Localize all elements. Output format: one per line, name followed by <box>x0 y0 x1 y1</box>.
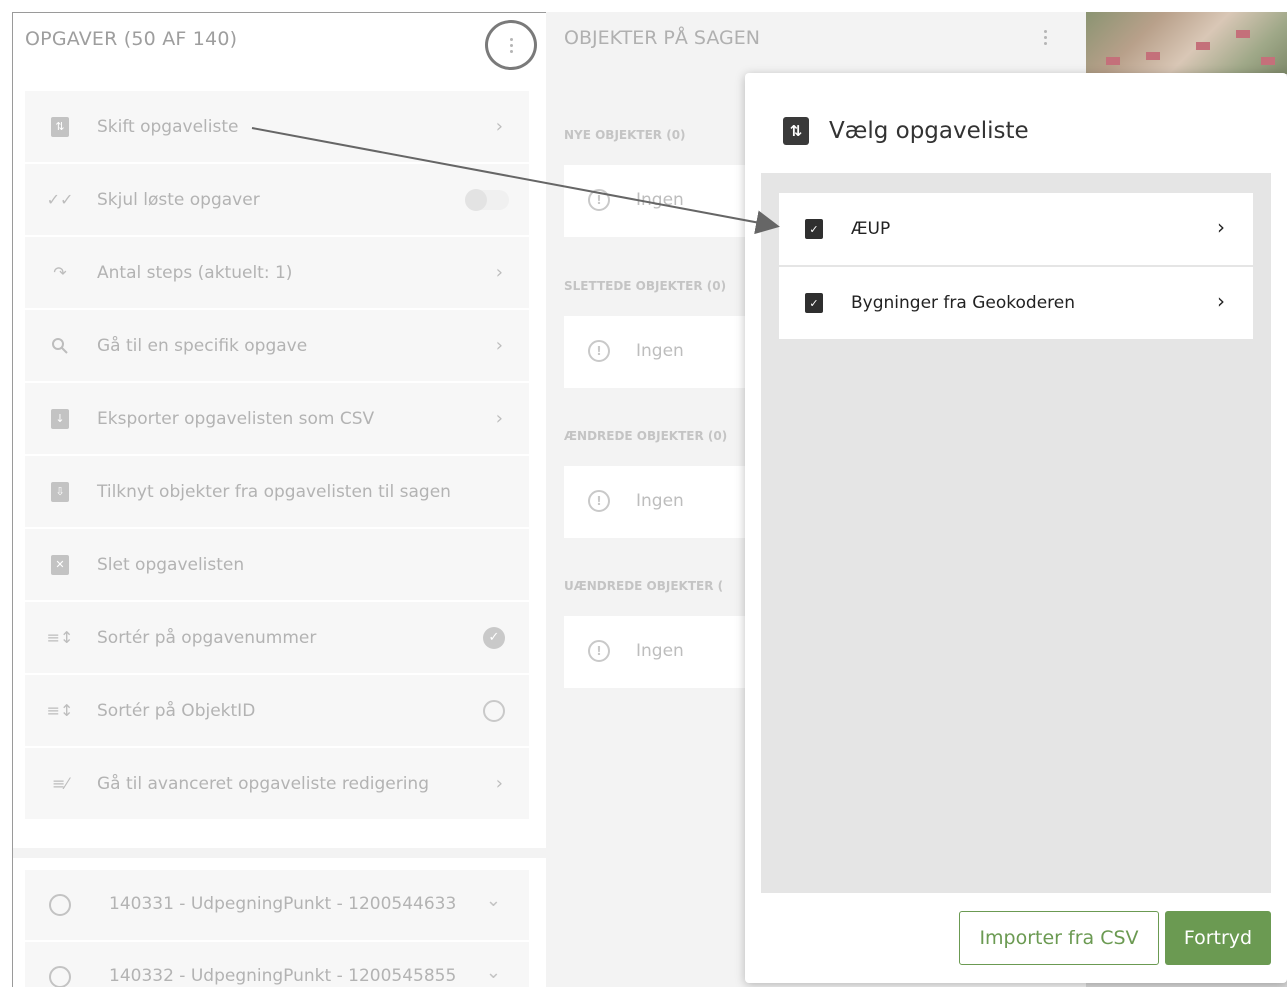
section-label-new: NYE OBJEKTER (0) <box>564 128 686 142</box>
menu-item-export-csv[interactable]: ↓ Eksporter opgavelisten som CSV › <box>25 383 529 454</box>
info-icon: ! <box>588 189 610 211</box>
tasks-panel-header: OPGAVER (50 AF 140) <box>13 13 547 70</box>
unchecked-radio-icon[interactable] <box>483 699 505 722</box>
menu-item-hide-solved[interactable]: ✓✓ Skjul løste opgaver <box>25 164 529 235</box>
menu-item-label: Slet opgavelisten <box>97 554 245 575</box>
kebab-icon <box>509 37 513 53</box>
objects-empty-unchanged: ! Ingen <box>564 616 764 688</box>
search-icon <box>49 335 71 357</box>
chevron-right-icon: › <box>495 335 503 356</box>
menu-item-label: Antal steps (aktuelt: 1) <box>97 262 293 283</box>
info-icon: ! <box>588 340 610 362</box>
task-radio-icon[interactable] <box>49 894 71 916</box>
chevron-down-icon[interactable]: ⌄ <box>486 890 501 911</box>
menu-item-label: Tilknyt objekter fra opgavelisten til sa… <box>97 481 451 502</box>
menu-item-steps[interactable]: ↷ Antal steps (aktuelt: 1) › <box>25 237 529 308</box>
double-check-icon: ✓✓ <box>46 190 74 209</box>
menu-item-label: Skjul løste opgaver <box>97 189 260 210</box>
hide-solved-toggle[interactable] <box>465 188 509 211</box>
list-edit-icon: ≡⁄ <box>51 774 69 793</box>
clipboard-swap-icon: ⇅ <box>783 117 809 145</box>
empty-label: Ingen <box>636 190 684 210</box>
task-label: 140331 - UdpegningPunkt - 1200544633 <box>109 894 457 914</box>
tasks-panel-title: OPGAVER (50 AF 140) <box>25 28 238 50</box>
menu-item-sort-tasknumber[interactable]: ≡↕ Sortér på opgavenummer ✓ <box>25 602 529 673</box>
empty-label: Ingen <box>636 341 684 361</box>
menu-item-label: Gå til avanceret opgaveliste redigering <box>97 773 429 794</box>
tasks-menu-button[interactable] <box>485 20 537 70</box>
chevron-right-icon: › <box>495 262 503 283</box>
trash-icon: ✕ <box>49 554 71 576</box>
sort-icon: ≡↕ <box>46 628 74 647</box>
objects-empty-new: ! Ingen <box>564 165 764 237</box>
map-aerial-image <box>1086 12 1287 74</box>
tasklist-option-label: ÆUP <box>851 219 891 239</box>
clipboard-check-icon: ✓ <box>805 293 823 313</box>
choose-tasklist-dialog: ⇅ Vælg opgaveliste ✓ ÆUP › ✓ Bygninger f… <box>745 73 1287 983</box>
cancel-button[interactable]: Fortryd <box>1165 911 1271 965</box>
objects-empty-deleted: ! Ingen <box>564 316 764 388</box>
menu-item-label: Eksporter opgavelisten som CSV <box>97 408 375 429</box>
menu-item-advanced-edit[interactable]: ≡⁄ Gå til avanceret opgaveliste redigeri… <box>25 748 529 819</box>
kebab-icon[interactable] <box>1044 30 1047 45</box>
menu-item-label: Skift opgaveliste <box>97 116 239 137</box>
panel-divider <box>13 848 547 858</box>
sort-icon: ≡↕ <box>46 701 74 720</box>
download-box-icon: ⇩ <box>49 481 71 503</box>
info-icon: ! <box>588 640 610 662</box>
clipboard-check-icon: ✓ <box>805 219 823 239</box>
task-radio-icon[interactable] <box>49 966 71 987</box>
objects-panel-title: OBJEKTER PÅ SAGEN <box>564 27 760 49</box>
menu-item-attach-objects[interactable]: ⇩ Tilknyt objekter fra opgavelisten til … <box>25 456 529 527</box>
menu-item-label: Sortér på ObjektID <box>97 700 256 721</box>
section-label-deleted: SLETTEDE OBJEKTER (0) <box>564 279 727 293</box>
chevron-right-icon: › <box>1217 289 1225 313</box>
menu-item-sort-objectid[interactable]: ≡↕ Sortér på ObjektID <box>25 675 529 746</box>
redo-icon: ↷ <box>53 263 67 282</box>
section-label-unchanged: UÆNDREDE OBJEKTER ( <box>564 579 724 593</box>
tasks-panel: OPGAVER (50 AF 140) ⇅ Skift opgaveliste … <box>12 12 547 987</box>
chevron-right-icon: › <box>495 408 503 429</box>
menu-item-goto-task[interactable]: Gå til en specifik opgave › <box>25 310 529 381</box>
task-label: 140332 - UdpegningPunkt - 1200545855 <box>109 966 457 986</box>
clipboard-swap-icon: ⇅ <box>49 116 71 138</box>
info-icon: ! <box>588 490 610 512</box>
menu-item-label: Sortér på opgavenummer <box>97 627 317 648</box>
tasklist-options: ✓ ÆUP › ✓ Bygninger fra Geokoderen › <box>761 173 1271 893</box>
chevron-right-icon: › <box>495 116 503 137</box>
empty-label: Ingen <box>636 491 684 511</box>
task-row[interactable]: 140332 - UdpegningPunkt - 1200545855 ⌄ <box>25 942 529 987</box>
chevron-down-icon[interactable]: ⌄ <box>486 962 501 983</box>
tasks-menu: ⇅ Skift opgaveliste › ✓✓ Skjul løste opg… <box>25 91 529 821</box>
tasklist-option-aeup[interactable]: ✓ ÆUP › <box>779 193 1253 265</box>
tasklist-option-geokoder[interactable]: ✓ Bygninger fra Geokoderen › <box>779 267 1253 339</box>
import-csv-button[interactable]: Importer fra CSV <box>959 911 1159 965</box>
chevron-right-icon: › <box>1217 215 1225 239</box>
checked-radio-icon[interactable]: ✓ <box>483 626 505 649</box>
menu-item-label: Gå til en specifik opgave <box>97 335 308 356</box>
chevron-right-icon: › <box>495 773 503 794</box>
empty-label: Ingen <box>636 641 684 661</box>
clipboard-export-icon: ↓ <box>49 408 71 430</box>
dialog-title: Vælg opgaveliste <box>829 118 1029 144</box>
menu-item-switch-list[interactable]: ⇅ Skift opgaveliste › <box>25 91 529 162</box>
menu-item-delete-list[interactable]: ✕ Slet opgavelisten <box>25 529 529 600</box>
task-row[interactable]: 140331 - UdpegningPunkt - 1200544633 ⌄ <box>25 870 529 940</box>
tasklist-option-label: Bygninger fra Geokoderen <box>851 293 1075 313</box>
objects-empty-changed: ! Ingen <box>564 466 764 538</box>
section-label-changed: ÆNDREDE OBJEKTER (0) <box>564 429 728 443</box>
